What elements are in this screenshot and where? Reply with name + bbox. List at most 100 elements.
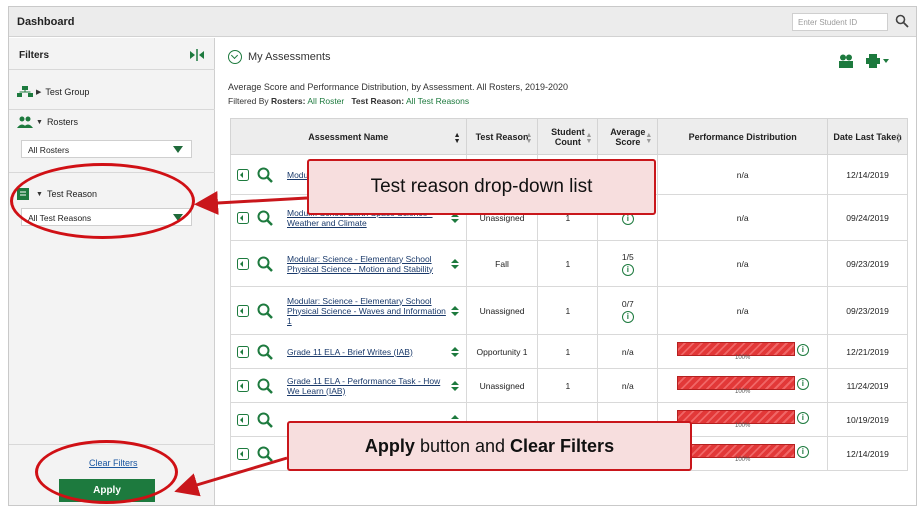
reorder-arrows-icon[interactable] [450,305,460,316]
assessment-name-link[interactable]: Grade 11 ELA - Brief Writes (IAB) [287,347,413,357]
date-last-taken-cell: 09/24/2019 [827,194,908,241]
reorder-arrows-icon[interactable] [450,258,460,269]
col-header-average-score[interactable]: Average Score ▲ ▼ [597,118,659,155]
date-last-taken-cell: 09/23/2019 [827,286,908,335]
magnifier-icon[interactable] [257,378,273,394]
reason-filter-value: All Test Reasons [405,96,470,106]
info-icon[interactable]: i [796,377,809,390]
performance-na: n/a [736,169,749,180]
rosters-filter-value: All Roster [307,96,345,106]
date-last-taken-cell: 11/24/2019 [827,368,908,403]
student-id-input[interactable] [792,13,888,31]
magnifier-icon[interactable] [257,256,273,272]
performance-bar[interactable] [676,444,795,459]
subject-icon[interactable] [237,211,249,224]
subject-icon[interactable] [237,304,249,317]
hierarchy-icon [17,86,33,97]
my-assessments-toggle[interactable]: My Assessments [228,50,331,64]
info-icon[interactable]: i [796,411,809,424]
test-group-label: Test Group [45,87,90,97]
table-row: Modular: Science - Elementary School Phy… [230,286,908,335]
callout-mid-text: button and [414,435,511,456]
performance-bar[interactable] [676,410,795,425]
collapse-icon: ▼ [36,118,43,126]
report-subtitle: Average Score and Performance Distributi… [228,82,569,92]
reorder-arrows-icon[interactable] [450,380,460,391]
test-reason-cell: Fall [465,240,539,287]
magnifier-icon[interactable] [257,446,273,462]
print-icon[interactable] [866,54,890,68]
subject-icon[interactable] [237,447,249,460]
sort-icon: ▲ ▼ [645,132,653,145]
subject-icon[interactable] [237,345,249,358]
average-score-value: n/a [621,346,634,357]
subject-icon[interactable] [237,257,249,270]
magnifier-icon[interactable] [257,210,273,226]
col-header-assessment-name[interactable]: Assessment Name ▲ ▼ [230,118,467,155]
test-group-toggle[interactable]: ▶ Test Group [17,86,89,98]
collapse-sidebar-icon[interactable] [189,48,205,62]
assessment-name-cell: Grade 11 ELA - Brief Writes (IAB) [230,334,467,369]
assessment-name-link[interactable]: Grade 11 ELA - Performance Task - How We… [287,376,440,396]
col-header-student-count[interactable]: Student Count ▲ ▼ [537,118,599,155]
students-icon[interactable] [838,54,854,68]
performance-distribution-cell: i 100% [657,368,829,403]
callout-clear-word: Clear Filters [510,435,615,456]
search-icon[interactable] [895,14,909,30]
col-header-date-last-taken[interactable]: Date Last Taken ▲ ▼ [827,118,908,155]
filters-sidebar: Filters ▶ Test Group ▼ Rosters All Roste… [9,38,215,505]
performance-na: n/a [736,258,749,269]
average-score-value: n/a [621,380,634,391]
callout-test-reason: Test reason drop-down list [307,159,656,215]
average-score-cell: 0/7 i [597,286,659,335]
reorder-arrows-icon[interactable] [450,346,460,357]
performance-na: n/a [736,305,749,316]
average-score-value: 0/7 [621,298,634,309]
filtered-prefix: Filtered By [228,96,269,106]
expand-icon: ▶ [36,89,42,96]
rosters-select[interactable]: All Rosters [21,140,192,158]
subject-icon[interactable] [237,413,249,426]
subject-icon[interactable] [237,379,249,392]
date-last-taken-cell: 10/19/2019 [827,402,908,437]
student-count-cell: 1 [537,334,599,369]
performance-bar[interactable] [676,342,795,357]
test-reason-cell: Unassigned [465,368,539,403]
col-header-test-reason[interactable]: Test Reason ▲ ▼ [465,118,539,155]
subject-icon[interactable] [237,168,249,181]
info-icon[interactable]: i [621,263,634,276]
average-score-value: 1/5 [621,251,634,262]
table-row: Grade 11 ELA - Performance Task - How We… [230,368,908,403]
reason-key: Test Reason: [351,96,405,106]
sort-icon: ▲ ▼ [585,132,593,145]
student-count-cell: 1 [537,368,599,403]
group-icon [17,116,33,128]
performance-bar[interactable] [676,376,795,391]
filtered-by-summary: Filtered By Rosters: All Roster Test Rea… [228,96,469,106]
rosters-label: Rosters [46,117,78,127]
assessment-name-cell: Modular: Science - Elementary School Phy… [230,240,467,287]
rosters-select-value: All Rosters [28,145,70,155]
magnifier-icon[interactable] [257,412,273,428]
rosters-key: Rosters: [271,96,306,106]
performance-distribution-cell: i 100% [657,334,829,369]
assessment-name-link[interactable]: Modular: Science - Elementary School Phy… [287,296,446,326]
test-reason-cell: Unassigned [465,286,539,335]
magnifier-icon[interactable] [257,303,273,319]
info-icon[interactable]: i [796,445,809,458]
chevron-down-circle-icon [228,50,242,64]
magnifier-icon[interactable] [257,344,273,360]
table-row: Grade 11 ELA - Brief Writes (IAB) Opportu… [230,334,908,369]
info-icon[interactable]: i [796,343,809,356]
performance-distribution-cell: n/a [657,286,829,335]
info-icon[interactable]: i [621,310,634,323]
rosters-toggle[interactable]: ▼ Rosters [17,116,78,128]
col-header-performance-distribution: Performance Distribution [657,118,829,155]
magnifier-icon[interactable] [257,167,273,183]
average-score-cell: 1/5 i [597,240,659,287]
average-score-cell: n/a [597,334,659,369]
performance-na: n/a [736,212,749,223]
student-count-cell: 1 [537,286,599,335]
assessment-name-link[interactable]: Modular: Science - Elementary School Phy… [287,254,433,274]
section-title: My Assessments [248,51,331,63]
